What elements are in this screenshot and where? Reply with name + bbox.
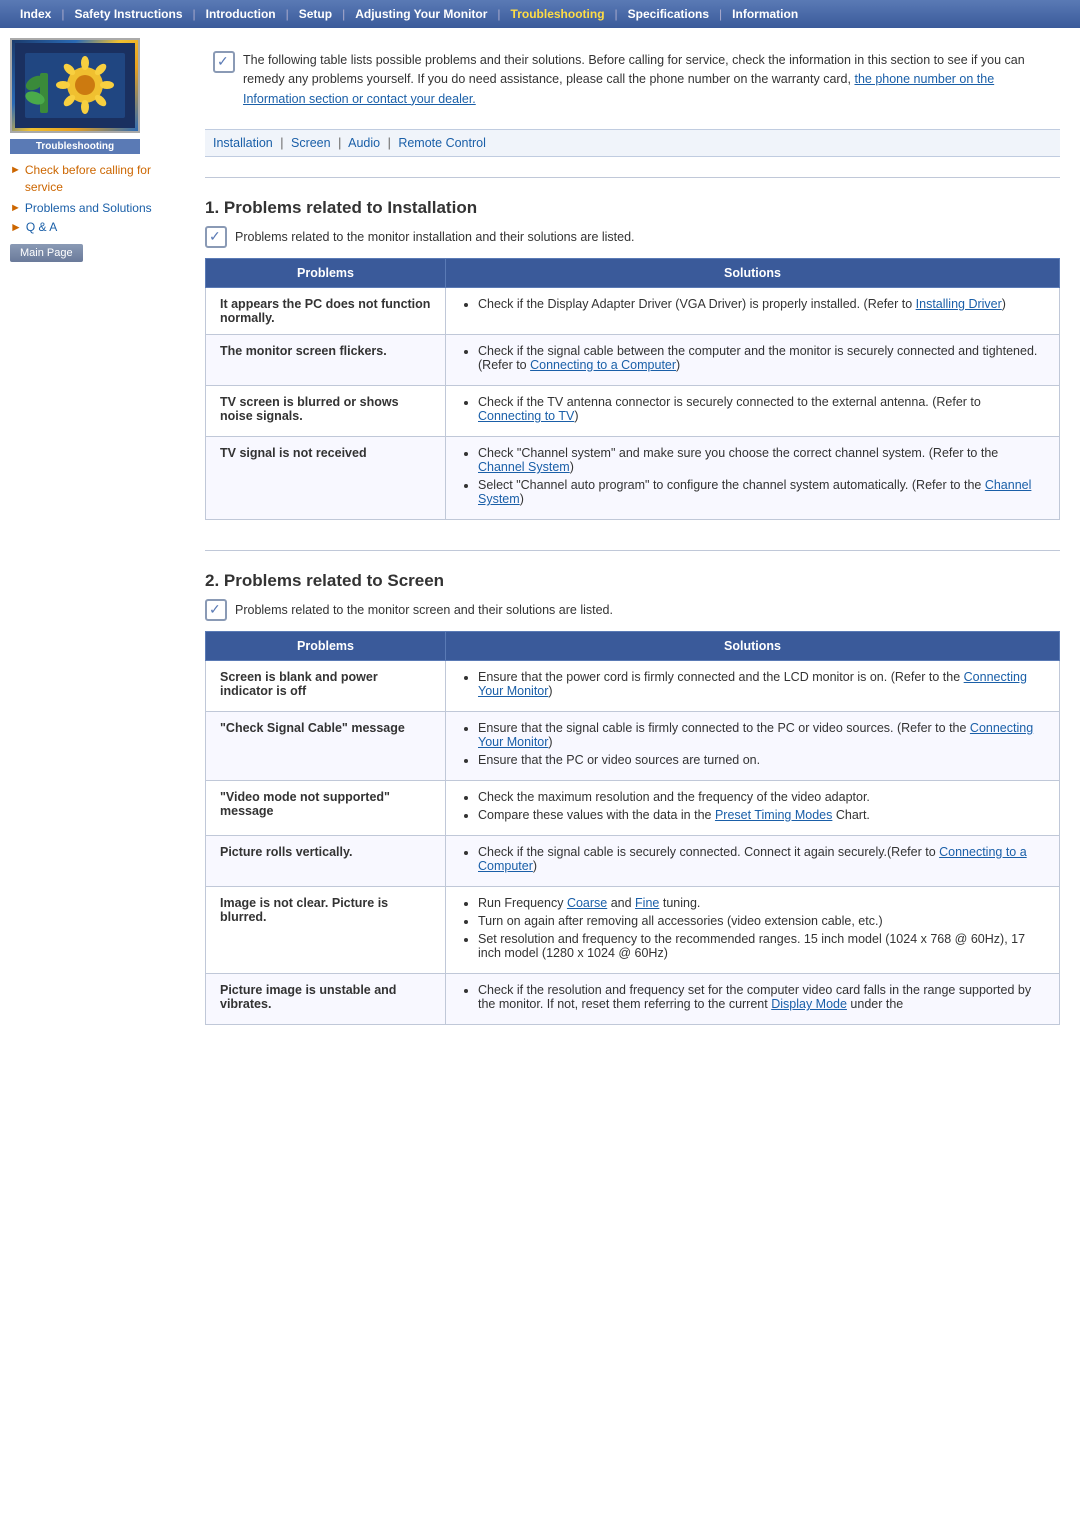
divider-2 xyxy=(205,550,1060,551)
nav-safety[interactable]: Safety Instructions xyxy=(64,7,192,21)
table-row: It appears the PC does not function norm… xyxy=(206,288,1060,335)
section2-table: Problems Solutions Screen is blank and p… xyxy=(205,631,1060,1025)
arrow-icon: ► xyxy=(10,163,21,178)
connecting-monitor-link-2[interactable]: Connecting Your Monitor xyxy=(478,721,1033,749)
problem-cell: TV screen is blurred or shows noise sign… xyxy=(206,386,446,437)
problem-cell: It appears the PC does not function norm… xyxy=(206,288,446,335)
col-header-problems-2: Problems xyxy=(206,632,446,661)
intro-text: The following table lists possible probl… xyxy=(243,51,1052,109)
table-row: Picture rolls vertically. Check if the s… xyxy=(206,836,1060,887)
check-icon xyxy=(213,51,235,73)
section2-subtitle: Problems related to the monitor screen a… xyxy=(205,599,1060,621)
sidebar-link-problems[interactable]: ► Problems and Solutions xyxy=(10,200,180,217)
sub-nav: Installation | Screen | Audio | Remote C… xyxy=(205,129,1060,157)
nav-introduction[interactable]: Introduction xyxy=(196,7,286,21)
problem-cell: The monitor screen flickers. xyxy=(206,335,446,386)
section1-subtitle: Problems related to the monitor installa… xyxy=(205,226,1060,248)
table-row: Screen is blank and power indicator is o… xyxy=(206,661,1060,712)
nav-adjusting[interactable]: Adjusting Your Monitor xyxy=(345,7,497,21)
sidebar-qa: ► Q & A xyxy=(10,220,180,234)
nav-information[interactable]: Information xyxy=(722,7,808,21)
problem-cell: Image is not clear. Picture is blurred. xyxy=(206,887,446,974)
table-row: TV signal is not received Check "Channel… xyxy=(206,437,1060,520)
intro-box: The following table lists possible probl… xyxy=(205,43,1060,117)
subnav-installation[interactable]: Installation xyxy=(213,136,273,150)
solution-cell: Check if the Display Adapter Driver (VGA… xyxy=(446,288,1060,335)
problem-cell: Picture rolls vertically. xyxy=(206,836,446,887)
installing-driver-link[interactable]: Installing Driver xyxy=(916,297,1002,311)
check-icon-2 xyxy=(205,226,227,248)
table-row: Picture image is unstable and vibrates. … xyxy=(206,974,1060,1025)
main-page-button[interactable]: Main Page xyxy=(10,244,83,262)
solution-cell: Check "Channel system" and make sure you… xyxy=(446,437,1060,520)
table-row: "Video mode not supported" message Check… xyxy=(206,781,1060,836)
nav-troubleshooting[interactable]: Troubleshooting xyxy=(501,7,615,21)
col-header-problems-1: Problems xyxy=(206,259,446,288)
sidebar: Troubleshooting ► Check before calling f… xyxy=(0,28,190,1075)
main-layout: Troubleshooting ► Check before calling f… xyxy=(0,28,1080,1075)
subnav-screen[interactable]: Screen xyxy=(291,136,331,150)
table-row: "Check Signal Cable" message Ensure that… xyxy=(206,712,1060,781)
sidebar-label: Troubleshooting xyxy=(10,139,140,154)
fine-link[interactable]: Fine xyxy=(635,896,659,910)
table-row: TV screen is blurred or shows noise sign… xyxy=(206,386,1060,437)
solution-cell: Check if the signal cable is securely co… xyxy=(446,836,1060,887)
connecting-monitor-link-1[interactable]: Connecting Your Monitor xyxy=(478,670,1027,698)
sidebar-image xyxy=(10,38,140,133)
preset-timing-link[interactable]: Preset Timing Modes xyxy=(715,808,832,822)
channel-system-link-1[interactable]: Channel System xyxy=(478,460,570,474)
solution-cell: Run Frequency Coarse and Fine tuning. Tu… xyxy=(446,887,1060,974)
connecting-computer-link[interactable]: Connecting to a Computer xyxy=(530,358,676,372)
solution-cell: Ensure that the power cord is firmly con… xyxy=(446,661,1060,712)
section2-heading: 2. Problems related to Screen xyxy=(205,571,1060,591)
col-header-solutions-1: Solutions xyxy=(446,259,1060,288)
arrow-icon-2: ► xyxy=(10,201,21,216)
section1-table: Problems Solutions It appears the PC doe… xyxy=(205,258,1060,520)
solution-cell: Ensure that the signal cable is firmly c… xyxy=(446,712,1060,781)
arrow-icon-3: ► xyxy=(10,220,22,234)
display-mode-link[interactable]: Display Mode xyxy=(771,997,847,1011)
subnav-audio[interactable]: Audio xyxy=(348,136,380,150)
nav-index[interactable]: Index xyxy=(10,7,61,21)
solution-cell: Check the maximum resolution and the fre… xyxy=(446,781,1060,836)
connecting-computer-link-2[interactable]: Connecting to a Computer xyxy=(478,845,1027,873)
problem-cell: "Check Signal Cable" message xyxy=(206,712,446,781)
subnav-remote[interactable]: Remote Control xyxy=(398,136,486,150)
content-area: The following table lists possible probl… xyxy=(190,28,1080,1075)
solution-cell: Check if the resolution and frequency se… xyxy=(446,974,1060,1025)
solution-cell: Check if the TV antenna connector is sec… xyxy=(446,386,1060,437)
channel-system-link-2[interactable]: Channel System xyxy=(478,478,1031,506)
table-row: The monitor screen flickers. Check if th… xyxy=(206,335,1060,386)
table-row: Image is not clear. Picture is blurred. … xyxy=(206,887,1060,974)
nav-setup[interactable]: Setup xyxy=(289,7,342,21)
top-nav: Index | Safety Instructions | Introducti… xyxy=(0,0,1080,28)
coarse-link[interactable]: Coarse xyxy=(567,896,607,910)
connecting-tv-link[interactable]: Connecting to TV xyxy=(478,409,574,423)
problem-cell: Screen is blank and power indicator is o… xyxy=(206,661,446,712)
sidebar-link-check[interactable]: ► Check before calling for service xyxy=(10,162,180,196)
section1-heading: 1. Problems related to Installation xyxy=(205,198,1060,218)
nav-specifications[interactable]: Specifications xyxy=(618,7,719,21)
solution-cell: Check if the signal cable between the co… xyxy=(446,335,1060,386)
problem-cell: "Video mode not supported" message xyxy=(206,781,446,836)
problem-cell: TV signal is not received xyxy=(206,437,446,520)
col-header-solutions-2: Solutions xyxy=(446,632,1060,661)
divider-1 xyxy=(205,177,1060,178)
problem-cell: Picture image is unstable and vibrates. xyxy=(206,974,446,1025)
check-icon-3 xyxy=(205,599,227,621)
